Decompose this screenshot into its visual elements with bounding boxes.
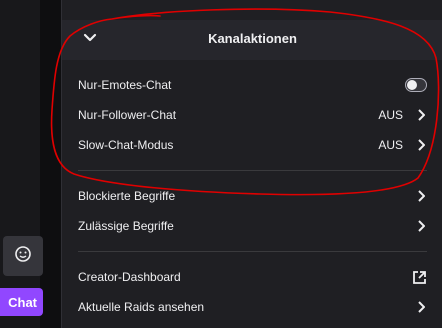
chevron-right-icon bbox=[415, 139, 427, 151]
divider bbox=[78, 251, 427, 252]
chevron-right-icon bbox=[415, 220, 427, 232]
row-label: Nur-Emotes-Chat bbox=[78, 78, 172, 92]
row-label: Zulässige Begriffe bbox=[78, 219, 174, 233]
chat-column: Chat bbox=[0, 0, 50, 328]
row-label: Aktuelle Raids ansehen bbox=[78, 300, 205, 314]
smiley-icon bbox=[14, 245, 32, 268]
emote-picker-button[interactable] bbox=[3, 236, 43, 276]
row-emote-only-chat[interactable]: Nur-Emotes-Chat bbox=[62, 70, 442, 100]
chevron-right-icon bbox=[415, 190, 427, 202]
emote-only-toggle[interactable] bbox=[405, 78, 427, 92]
chevron-right-icon bbox=[415, 109, 427, 121]
chat-settings-panel: Kanalaktionen Nur-Emotes-Chat Nur-Follow… bbox=[61, 0, 442, 328]
row-label: Blockierte Begriffe bbox=[78, 189, 176, 203]
row-label: Creator-Dashboard bbox=[78, 270, 181, 284]
divider bbox=[78, 170, 427, 171]
row-permitted-terms[interactable]: Zulässige Begriffe bbox=[62, 211, 442, 241]
row-creator-dashboard[interactable]: Creator-Dashboard bbox=[62, 262, 442, 292]
column-gap bbox=[40, 0, 50, 328]
chevron-right-icon bbox=[415, 301, 427, 313]
row-recent-raids[interactable]: Aktuelle Raids ansehen bbox=[62, 292, 442, 322]
row-follower-only-chat[interactable]: Nur-Follower-Chat AUS bbox=[62, 100, 442, 130]
row-label: Nur-Follower-Chat bbox=[78, 108, 177, 122]
row-blocked-terms[interactable]: Blockierte Begriffe bbox=[62, 181, 442, 211]
section-title: Kanalaktionen bbox=[208, 31, 297, 46]
section-header[interactable]: Kanalaktionen bbox=[62, 20, 442, 60]
row-label: Slow-Chat-Modus bbox=[78, 138, 174, 152]
external-link-icon bbox=[411, 269, 427, 285]
row-value: AUS bbox=[378, 138, 403, 152]
row-slow-mode[interactable]: Slow-Chat-Modus AUS bbox=[62, 130, 442, 160]
row-value: AUS bbox=[378, 108, 403, 122]
chat-send-button[interactable]: Chat bbox=[0, 288, 43, 316]
toggle-knob bbox=[407, 80, 417, 90]
